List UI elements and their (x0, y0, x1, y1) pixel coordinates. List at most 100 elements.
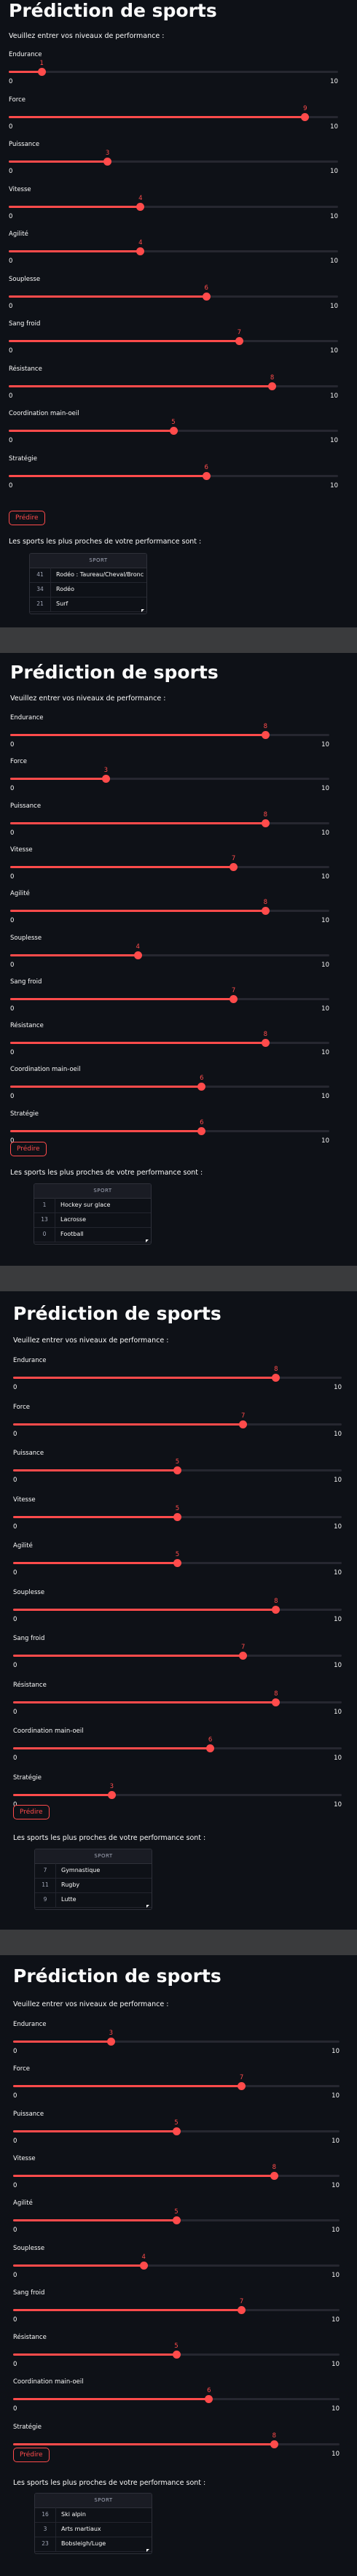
slider-track[interactable]: 3 (13, 1783, 342, 1799)
slider-thumb[interactable] (261, 907, 270, 916)
slider-track[interactable]: 7 (13, 1644, 342, 1660)
slider-track[interactable]: 1 (9, 60, 338, 76)
slider-thumb[interactable] (197, 1083, 206, 1091)
table-row[interactable]: 23 Bobsleigh/Luge (35, 2537, 152, 2552)
slider-thumb[interactable] (139, 2261, 148, 2270)
slider-track[interactable]: 6 (10, 1075, 329, 1091)
slider-track[interactable]: 8 (10, 811, 329, 827)
slider-track[interactable]: 5 (13, 2208, 340, 2225)
slider-thumb[interactable] (197, 1126, 206, 1135)
slider-thumb[interactable] (238, 2082, 246, 2091)
slider-track[interactable]: 8 (10, 1031, 329, 1048)
slider-track[interactable]: 7 (13, 2298, 340, 2314)
column-header-sport[interactable]: SPORT (50, 554, 146, 568)
slider-thumb[interactable] (268, 382, 277, 390)
table-row[interactable]: 21 Surf (30, 597, 146, 612)
results-table[interactable]: SPORT 41 Rodéo : Taureau/Cheval/Bronco 34 Ro… (29, 553, 147, 614)
slider-thumb[interactable] (272, 1698, 280, 1706)
slider-track[interactable]: 8 (13, 1366, 342, 1382)
slider-thumb[interactable] (136, 202, 145, 211)
slider-track[interactable]: 3 (13, 2030, 340, 2046)
slider-track[interactable]: 7 (13, 2074, 340, 2091)
slider-track[interactable]: 4 (13, 2254, 340, 2270)
slider-thumb[interactable] (133, 951, 142, 959)
table-row[interactable]: 41 Rodéo : Taureau/Cheval/Bronco (30, 568, 146, 583)
table-row[interactable]: 3 Arts martiaux (35, 2522, 152, 2537)
slider-track[interactable]: 3 (9, 150, 338, 166)
slider-thumb[interactable] (261, 1039, 270, 1048)
table-row[interactable]: 16 Ski alpin (35, 2507, 152, 2523)
slider-track[interactable]: 8 (10, 723, 329, 739)
table-row[interactable]: 1 Hockey sur glace (34, 1198, 151, 1213)
slider-track[interactable]: 6 (13, 2387, 340, 2404)
table-row[interactable]: 7 Gymnastique (35, 1863, 152, 1879)
slider-thumb[interactable] (173, 1466, 181, 1474)
slider-track[interactable]: 7 (10, 987, 329, 1003)
slider-thumb[interactable] (272, 1605, 280, 1614)
slider-thumb[interactable] (270, 2171, 278, 2180)
slider-track[interactable]: 8 (10, 899, 329, 916)
resize-handle-icon[interactable] (146, 1905, 149, 1908)
slider-thumb[interactable] (202, 471, 211, 480)
slider-track[interactable]: 7 (13, 1412, 342, 1428)
column-header-sport[interactable]: SPORT (55, 2494, 152, 2507)
results-table[interactable]: SPORT 7 Gymnastique 11 Rugby 9 Lutte (34, 1849, 152, 1910)
slider-track[interactable]: 8 (13, 1690, 342, 1706)
table-row[interactable]: 0 Football (34, 1227, 151, 1242)
slider-thumb[interactable] (103, 158, 112, 166)
slider-thumb[interactable] (136, 247, 145, 255)
slider-track[interactable]: 6 (9, 464, 338, 480)
slider-thumb[interactable] (205, 2395, 213, 2404)
resize-handle-icon[interactable] (146, 2549, 149, 2552)
slider-thumb[interactable] (239, 1420, 248, 1428)
slider-thumb[interactable] (235, 337, 243, 345)
slider-track[interactable]: 5 (13, 2343, 340, 2359)
slider-track[interactable]: 9 (9, 105, 338, 121)
predict-button[interactable]: Prédire (13, 1805, 50, 1819)
table-row[interactable]: 13 Lacrosse (34, 1212, 151, 1228)
slider-track[interactable]: 5 (13, 1458, 342, 1474)
slider-thumb[interactable] (239, 1652, 248, 1660)
slider-thumb[interactable] (172, 2127, 181, 2135)
slider-thumb[interactable] (270, 2440, 278, 2448)
slider-track[interactable]: 8 (13, 2164, 340, 2180)
slider-thumb[interactable] (238, 2305, 246, 2314)
slider-track[interactable]: 7 (10, 855, 329, 871)
slider-track[interactable]: 6 (10, 1119, 329, 1135)
slider-thumb[interactable] (230, 862, 238, 871)
slider-track[interactable]: 5 (9, 419, 338, 435)
slider-track[interactable]: 4 (9, 239, 338, 255)
results-table[interactable]: SPORT 16 Ski alpin 3 Arts martiaux 23 Bobsleig… (34, 2493, 152, 2554)
slider-thumb[interactable] (173, 1559, 181, 1567)
column-header-sport[interactable]: SPORT (55, 1849, 152, 1863)
resize-handle-icon[interactable] (141, 609, 144, 612)
slider-track[interactable]: 4 (9, 195, 338, 211)
resize-handle-icon[interactable] (146, 1239, 149, 1242)
slider-thumb[interactable] (172, 2216, 181, 2225)
slider-thumb[interactable] (169, 427, 178, 435)
slider-track[interactable]: 8 (9, 374, 338, 390)
slider-track[interactable]: 4 (10, 943, 329, 959)
slider-thumb[interactable] (230, 994, 238, 1003)
column-header-sport[interactable]: SPORT (55, 1184, 151, 1198)
slider-thumb[interactable] (272, 1374, 280, 1382)
table-row[interactable]: 34 Rodéo (30, 582, 146, 597)
slider-thumb[interactable] (261, 731, 270, 739)
slider-thumb[interactable] (106, 2038, 115, 2046)
slider-thumb[interactable] (261, 819, 270, 827)
predict-button[interactable]: Prédire (9, 511, 45, 525)
slider-track[interactable]: 3 (10, 767, 329, 784)
slider-thumb[interactable] (301, 112, 310, 121)
slider-track[interactable]: 6 (13, 1736, 342, 1752)
slider-thumb[interactable] (172, 2351, 181, 2359)
slider-track[interactable]: 5 (13, 1551, 342, 1567)
slider-track[interactable]: 8 (13, 2432, 340, 2448)
slider-track[interactable]: 7 (9, 329, 338, 345)
table-row[interactable]: 9 Lutte (35, 1892, 152, 1908)
slider-track[interactable]: 6 (9, 285, 338, 301)
slider-thumb[interactable] (206, 1744, 215, 1752)
slider-thumb[interactable] (173, 1512, 181, 1521)
predict-button[interactable]: Prédire (13, 2448, 50, 2462)
slider-track[interactable]: 5 (13, 2119, 340, 2135)
table-row[interactable]: 11 Rugby (35, 1878, 152, 1893)
